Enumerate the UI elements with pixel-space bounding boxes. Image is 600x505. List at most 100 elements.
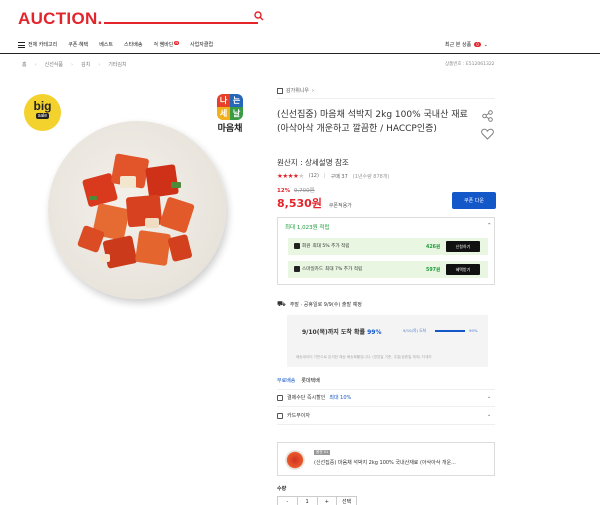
origin-info: 원산지 : 상세설명 참조 bbox=[277, 158, 349, 167]
chevron-down-icon: ⌄ bbox=[487, 394, 492, 400]
breadcrumb-home[interactable]: 홈 bbox=[22, 61, 27, 68]
sale-price-value: 8,530원 bbox=[277, 197, 322, 210]
star-off: ★ bbox=[298, 172, 304, 180]
badge-sale-text: sale bbox=[35, 113, 50, 119]
delivery-estimate-box: 9/10(목)까지 도착 확률 99% 9/10(목) 도착 99% 배송데이터… bbox=[287, 315, 488, 367]
breadcrumb: 홈 › 신선식품 › 김치 › 기타김치 bbox=[22, 61, 127, 69]
product-image[interactable]: big sale 나 는 세 날 마음채 bbox=[20, 91, 252, 323]
card-discount-row[interactable]: 결제수단 즉시할인 최대 10% ⌄ bbox=[277, 394, 491, 401]
new-badge: N bbox=[174, 41, 180, 45]
product-title: (신선집중) 마음채 석박지 2kg 100% 국내산 재료 (아삭아삭 개운하… bbox=[277, 110, 468, 134]
big-sale-badge: big sale bbox=[24, 94, 61, 131]
recent-count-badge: 0 bbox=[474, 42, 481, 47]
points-label-a: 회원 bbox=[302, 244, 311, 249]
search-icon[interactable] bbox=[254, 11, 264, 21]
price-tag: 쿠폰적용가 bbox=[328, 203, 352, 209]
shipping-header-text: 주말 · 공휴일로 9/9(수) 출발 예정 bbox=[289, 302, 362, 308]
auction-logo[interactable]: AUCTION. bbox=[18, 9, 103, 29]
sale-price: 8,530원 쿠폰적용가 bbox=[277, 195, 352, 211]
quantity-minus-button[interactable]: - bbox=[278, 497, 298, 505]
divider bbox=[277, 389, 495, 390]
benefit-button[interactable]: 혜택받기 bbox=[446, 264, 480, 275]
separator: | bbox=[323, 173, 326, 179]
brand-logo: 나 는 세 날 마음채 bbox=[213, 94, 247, 134]
breadcrumb-fresh-food[interactable]: 신선식품 bbox=[45, 61, 63, 68]
points-row-card: 스마일카드 최대 7% 추가 적립 597원 혜택받기 bbox=[288, 261, 488, 278]
divider bbox=[277, 406, 495, 407]
divider bbox=[277, 424, 495, 425]
review-count: (12) bbox=[308, 173, 319, 179]
menu-icon[interactable] bbox=[18, 42, 25, 48]
nav-best[interactable]: 베스트 bbox=[99, 41, 113, 48]
selected-option-card[interactable]: 옵션 01 (신선집중) 마음채 석박지 2kg 100% 국내산재료 (아삭아… bbox=[277, 442, 495, 476]
chevron-up-icon: ⌃ bbox=[487, 223, 492, 229]
card-installment-row[interactable]: 카드무이자 ⌄ bbox=[277, 412, 491, 419]
search-input[interactable] bbox=[104, 22, 258, 24]
product-number: 상품번호 : E512061322 bbox=[445, 62, 495, 67]
nav-all-categories[interactable]: 전체 카테고리 bbox=[28, 41, 57, 48]
bar-label: 9/10(목) 도착 bbox=[403, 328, 427, 333]
recent-viewed[interactable]: 최근 본 상품 0 ⌄ bbox=[445, 41, 488, 49]
delivery-note: 배송데이터 기반으로 분석한 예상 배송확률입니다. (영업일 기준, 주말/공… bbox=[296, 355, 432, 359]
card-icon bbox=[294, 266, 300, 272]
arrival-text: 9/10(목)까지 도착 확률 bbox=[302, 329, 366, 336]
bar-value: 99% bbox=[469, 328, 478, 333]
share-icon[interactable] bbox=[482, 110, 493, 122]
purchase-count: 구매 37 bbox=[330, 173, 348, 180]
arrival-progress-fill bbox=[435, 330, 465, 332]
rating-row[interactable]: ★★★★★ (12) | 구매 37 (1년수량 878개) bbox=[277, 172, 389, 180]
quantity-select-button[interactable]: 선택 bbox=[337, 497, 356, 505]
breadcrumb-sep: › bbox=[34, 61, 37, 68]
brand-char: 나 bbox=[217, 94, 230, 107]
option-tag: 옵션 01 bbox=[314, 450, 331, 455]
arrival-pct: 99% bbox=[367, 329, 382, 336]
points-header-text: 최대 1,023원 적립 bbox=[285, 225, 330, 231]
store-icon bbox=[277, 87, 283, 94]
carrier-name: 롯데택배 bbox=[301, 378, 320, 384]
card-installment-label: 카드무이자 bbox=[287, 413, 311, 419]
arrival-progress-bar bbox=[435, 330, 465, 332]
brand-char: 날 bbox=[230, 107, 243, 120]
recent-label: 최근 본 상품 bbox=[445, 42, 472, 48]
breadcrumb-sep: › bbox=[98, 61, 101, 68]
apply-button[interactable]: 신청하기 bbox=[446, 241, 480, 252]
store-link[interactable]: 감가위니우 › bbox=[277, 87, 314, 94]
store-name: 감가위니우 bbox=[286, 88, 310, 94]
purchase-note: (1년수량 878개) bbox=[352, 173, 390, 180]
breadcrumb-kimchi[interactable]: 김치 bbox=[81, 61, 90, 68]
points-header[interactable]: 최대 1,023원 적립 ⌃ bbox=[285, 223, 492, 231]
nav-business-club[interactable]: 사업자클럽 bbox=[190, 41, 213, 48]
brand-char: 는 bbox=[230, 94, 243, 107]
quantity-input[interactable]: 1 bbox=[298, 497, 318, 505]
shipping-header: ⛟ 주말 · 공휴일로 9/9(수) 출발 예정 bbox=[277, 300, 362, 309]
nav-coupon[interactable]: 쿠폰·혜택 bbox=[68, 41, 88, 48]
brand-logo-square: 나 는 세 날 bbox=[217, 94, 243, 120]
points-label-a: 스마일카드 bbox=[302, 267, 324, 272]
breadcrumb-other-kimchi[interactable]: 기타김치 bbox=[108, 61, 126, 68]
points-box: 최대 1,023원 적립 ⌃ 회원 최대 5% 추가 적립 426원 신청하기 스… bbox=[277, 217, 495, 285]
original-price-value: 9,700원 bbox=[293, 188, 315, 194]
logo-text: AUCTION bbox=[18, 9, 98, 28]
kimchi-image bbox=[77, 153, 195, 269]
points-row-member: 회원 최대 5% 추가 적립 426원 신청하기 bbox=[288, 238, 488, 255]
quantity-plus-button[interactable]: + bbox=[318, 497, 338, 505]
nav-event[interactable]: 걱 쌤바딘 N bbox=[153, 41, 180, 48]
discount-rate: 12% bbox=[277, 188, 291, 194]
brand-char: 세 bbox=[217, 107, 230, 120]
points-label-b: 최대 7% 추가 적립 bbox=[325, 267, 363, 272]
free-shipping-label: 무료배송 bbox=[277, 378, 296, 384]
coupon-download-button[interactable]: 쿠폰 다운 bbox=[452, 192, 496, 209]
quantity-stepper: - 1 + 선택 bbox=[277, 496, 357, 505]
category-nav: 전체 카테고리 쿠폰·혜택 베스트 스타배송 걱 쌤바딘 N 사업자클럽 최근 본… bbox=[0, 38, 600, 54]
points-value: 597원 bbox=[426, 268, 441, 273]
original-price: 12% 9,700원 bbox=[277, 186, 315, 194]
badge-big-text: big bbox=[33, 99, 52, 113]
chevron-down-icon: ⌄ bbox=[483, 41, 488, 48]
heart-icon[interactable] bbox=[481, 128, 494, 140]
member-icon bbox=[294, 243, 300, 249]
card-discount-label: 결제수단 즉시할인 bbox=[287, 395, 326, 401]
free-shipping-row: 무료배송 롯데택배 bbox=[277, 377, 320, 384]
nav-star-delivery[interactable]: 스타배송 bbox=[124, 41, 142, 48]
installment-icon bbox=[277, 412, 283, 419]
option-thumbnail bbox=[285, 450, 305, 470]
